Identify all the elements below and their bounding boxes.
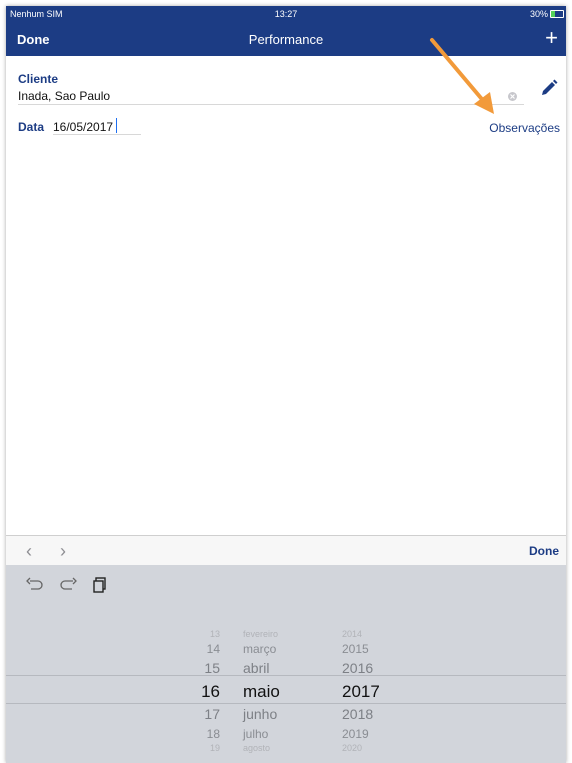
- picker-year[interactable]: 2020: [342, 743, 362, 753]
- picker-day[interactable]: 17: [194, 706, 220, 722]
- add-button[interactable]: +: [545, 25, 558, 51]
- clear-icon[interactable]: [508, 92, 517, 101]
- picker-year[interactable]: 2018: [342, 706, 373, 722]
- picker-year-selected[interactable]: 2017: [342, 682, 380, 702]
- picker-year[interactable]: 2014: [342, 629, 362, 639]
- text-cursor: [116, 118, 117, 133]
- picker-day[interactable]: 18: [194, 727, 220, 741]
- picker-selection-top: [6, 675, 566, 676]
- toolbar-done-button[interactable]: Done: [529, 544, 559, 558]
- picker-month[interactable]: março: [243, 642, 276, 656]
- picker-selection-bottom: [6, 703, 566, 704]
- cliente-field[interactable]: Inada, Sao Paulo: [18, 89, 110, 103]
- pencil-icon[interactable]: [539, 78, 559, 103]
- picker-day[interactable]: 14: [194, 642, 220, 656]
- cliente-label: Cliente: [18, 72, 59, 86]
- picker-year[interactable]: 2016: [342, 660, 373, 676]
- picker-year[interactable]: 2015: [342, 642, 369, 656]
- data-field[interactable]: 16/05/2017: [53, 120, 113, 134]
- picker-day[interactable]: 15: [194, 660, 220, 676]
- picker-day-selected[interactable]: 16: [194, 682, 220, 702]
- picker-month[interactable]: fevereiro: [243, 629, 278, 639]
- picker-month-selected[interactable]: maio: [243, 682, 280, 702]
- battery-percentage: 30%: [529, 9, 548, 19]
- data-label: Data: [18, 120, 45, 134]
- picker-month[interactable]: agosto: [243, 743, 270, 753]
- picker-year[interactable]: 2019: [342, 727, 369, 741]
- annotation-arrow-icon: [430, 38, 494, 114]
- picker-month[interactable]: abril: [243, 660, 269, 676]
- app-window: Nenhum SIM 13:27 30% Done Performance + …: [6, 6, 566, 763]
- picker-day[interactable]: 19: [194, 743, 220, 753]
- undo-icon[interactable]: [26, 577, 44, 596]
- data-underline: [53, 134, 141, 135]
- picker-month[interactable]: junho: [243, 706, 277, 722]
- keyboard-accessory-bar: ‹ › Done: [6, 535, 566, 566]
- redo-icon[interactable]: [59, 577, 77, 596]
- clock: 13:27: [274, 9, 298, 19]
- status-bar: Nenhum SIM 13:27 30%: [6, 6, 566, 22]
- paste-icon[interactable]: [93, 577, 107, 598]
- previous-field-button[interactable]: ‹: [26, 541, 32, 562]
- picker-day[interactable]: 13: [194, 629, 220, 639]
- date-picker[interactable]: 13 14 15 16 17 18 19 fevereiro março abr…: [6, 565, 566, 763]
- battery-icon: [550, 10, 564, 18]
- next-field-button[interactable]: ›: [60, 541, 66, 562]
- picker-month[interactable]: julho: [243, 727, 268, 741]
